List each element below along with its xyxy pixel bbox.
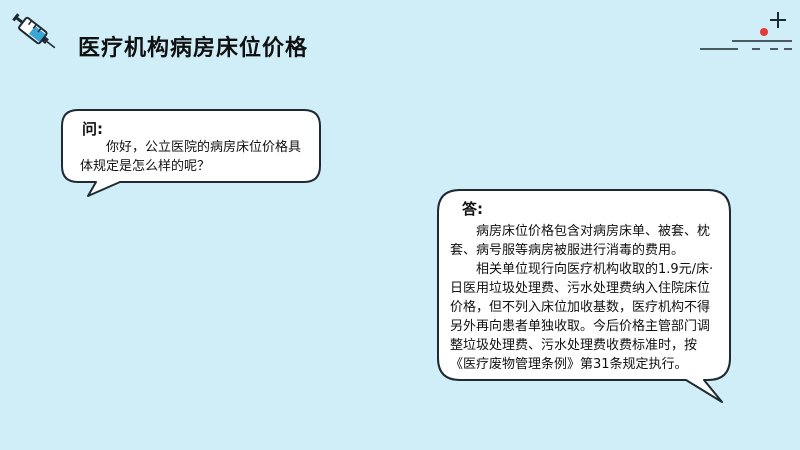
- question-label: 问:: [82, 120, 103, 138]
- answer-text: 病房床位价格包含对病房床单、被套、枕套、病号服等病房被服进行消毒的费用。 相关单…: [450, 222, 718, 374]
- answer-paragraph: 病房床位价格包含对病房床单、被套、枕套、病号服等病房被服进行消毒的费用。: [450, 224, 711, 258]
- decoration-icon: [700, 12, 792, 50]
- page-title: 医疗机构病房床位价格: [78, 36, 309, 61]
- answer-label: 答:: [462, 200, 483, 218]
- syringe-icon: [12, 13, 56, 49]
- slide: 医疗机构病房床位价格 问: 你好，公立医院的病房床位价格具体规定是怎么样的呢？ …: [0, 0, 800, 450]
- red-dot-icon: [760, 28, 768, 36]
- question-text: 你好，公立医院的病房床位价格具体规定是怎么样的呢？: [80, 140, 302, 174]
- answer-paragraph: 相关单位现行向医疗机构收取的1.9元/床·日医用垃圾处理费、污水处理费纳入住院床…: [450, 262, 714, 372]
